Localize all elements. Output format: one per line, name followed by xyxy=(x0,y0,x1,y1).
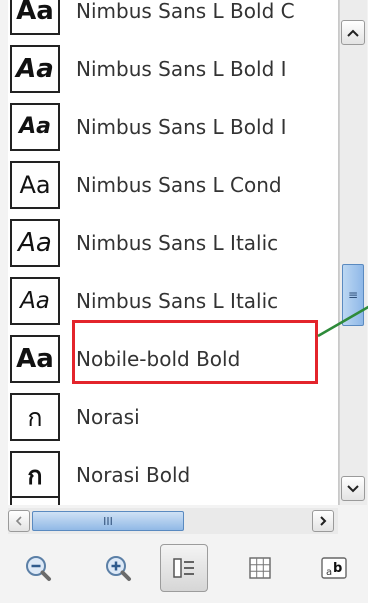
font-preview-icon: Aa xyxy=(10,161,60,209)
horizontal-scrollbar[interactable]: III xyxy=(8,508,338,534)
font-name-label: Norasi xyxy=(76,405,140,429)
horizontal-scroll-thumb[interactable]: III xyxy=(32,511,184,531)
font-list-item[interactable]: Aa Nimbus Sans L Italic xyxy=(8,214,338,272)
scroll-left-button[interactable] xyxy=(8,510,30,532)
font-list-item[interactable]: Aa Nimbus Sans L Bold I xyxy=(8,98,338,156)
chevron-down-icon xyxy=(347,484,359,492)
font-preview-icon xyxy=(10,496,60,505)
scroll-up-button[interactable] xyxy=(341,20,365,45)
zoom-out-button[interactable] xyxy=(14,544,62,592)
zoom-out-icon xyxy=(26,556,51,581)
font-list[interactable]: Aa Nimbus Sans L Bold C Aa Nimbus Sans L… xyxy=(8,0,339,505)
font-list-item[interactable] xyxy=(8,496,338,505)
font-name-label: Nimbus Sans L Italic xyxy=(76,231,279,255)
chevron-left-icon xyxy=(15,516,22,526)
font-list-item[interactable]: Aa Nimbus Sans L Bold I xyxy=(8,40,338,98)
font-name-label: Nimbus Sans L Bold I xyxy=(76,115,287,139)
text-preview-button[interactable]: a b xyxy=(310,544,358,592)
font-name-label: Norasi Bold xyxy=(76,463,191,487)
chevron-right-icon xyxy=(320,516,327,526)
font-name-label: Nimbus Sans L Bold I xyxy=(76,57,287,81)
callout-arrow-line xyxy=(317,305,368,338)
svg-text:b: b xyxy=(333,561,342,576)
chevron-up-icon xyxy=(347,29,359,37)
scroll-right-button[interactable] xyxy=(312,510,334,532)
font-preview-icon: Aa xyxy=(10,0,60,35)
scroll-down-button[interactable] xyxy=(341,476,365,501)
list-view-button[interactable] xyxy=(160,544,208,592)
font-preview-icon: Aa xyxy=(10,103,60,151)
highlight-annotation-box xyxy=(72,320,318,384)
font-preview-icon: ก xyxy=(10,451,60,499)
grid-view-icon xyxy=(249,557,271,579)
font-name-label: Nimbus Sans L Italic xyxy=(76,289,279,313)
grid-view-button[interactable] xyxy=(236,544,284,592)
vertical-scrollbar[interactable]: ≡ xyxy=(339,0,367,505)
zoom-in-button[interactable] xyxy=(94,544,142,592)
font-preview-icon: Aa xyxy=(10,335,60,383)
svg-text:a: a xyxy=(326,567,332,578)
scroll-grip-icon: III xyxy=(103,514,113,528)
font-preview-icon: Aa xyxy=(10,45,60,93)
zoom-in-icon xyxy=(106,556,131,581)
font-name-label: Nimbus Sans L Cond xyxy=(76,173,282,197)
font-list-item[interactable]: ก Norasi xyxy=(8,388,338,446)
font-preview-icon: Aa xyxy=(10,277,60,325)
view-toolbar: a b xyxy=(0,540,368,603)
font-chooser-panel: Aa Nimbus Sans L Bold C Aa Nimbus Sans L… xyxy=(0,0,368,603)
font-list-item[interactable]: Aa Nimbus Sans L Cond xyxy=(8,156,338,214)
font-name-label: Nimbus Sans L Bold C xyxy=(76,0,295,23)
text-preview-icon: a b xyxy=(321,557,347,579)
list-view-icon xyxy=(173,558,194,578)
font-preview-icon: Aa xyxy=(10,219,60,267)
font-list-item[interactable]: Aa Nimbus Sans L Bold C xyxy=(8,0,338,40)
font-preview-icon: ก xyxy=(10,393,60,441)
